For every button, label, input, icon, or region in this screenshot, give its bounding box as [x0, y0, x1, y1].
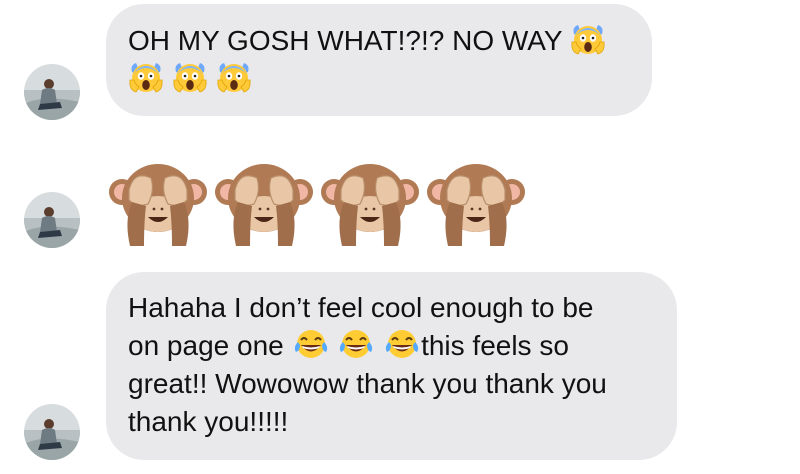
see-no-evil-monkey-icon: [214, 150, 314, 250]
avatar[interactable]: [24, 64, 80, 120]
avatar[interactable]: [24, 192, 80, 248]
message-bubble[interactable]: Hahaha I don’t feel cool enough to be on…: [106, 272, 677, 460]
message-text: OH MY GOSH WHAT!?!? NO WAY: [128, 25, 563, 56]
see-no-evil-monkey-icon: [108, 150, 208, 250]
message-text: thank you!!!!!: [128, 406, 289, 437]
screaming-face-icon: [571, 22, 605, 56]
tears-of-joy-icon: [293, 327, 329, 361]
tears-of-joy-icon: [338, 327, 374, 361]
message-text: Hahaha I don’t feel cool enough to be: [128, 292, 594, 323]
message-bubble[interactable]: OH MY GOSH WHAT!?!? NO WAY: [106, 4, 652, 116]
screaming-face-icon: [173, 60, 207, 94]
message-text: this feels so: [421, 330, 569, 361]
see-no-evil-monkey-icon: [320, 150, 420, 250]
screaming-face-icon: [129, 60, 163, 94]
avatar[interactable]: [24, 404, 80, 460]
tears-of-joy-icon: [384, 327, 420, 361]
screaming-face-icon: [217, 60, 251, 94]
message-text: great!! Wowowow thank you thank you: [128, 368, 607, 399]
message-text: on page one: [128, 330, 284, 361]
see-no-evil-monkey-icon: [426, 150, 526, 250]
